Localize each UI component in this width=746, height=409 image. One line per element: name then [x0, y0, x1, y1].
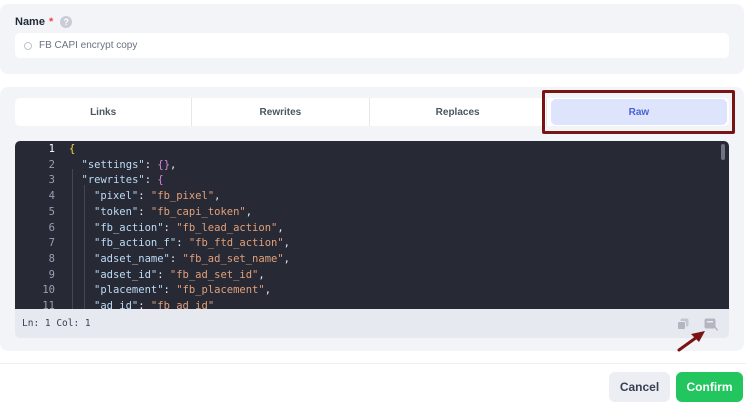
- code-token: ,: [283, 252, 290, 265]
- annotation-arrow: [677, 331, 705, 352]
- line-number: 3: [48, 174, 55, 187]
- editor-scrollbar[interactable]: [721, 144, 725, 160]
- code-token: {: [157, 174, 164, 187]
- code-token: "adset_name": [94, 252, 170, 265]
- line-number: 4: [48, 190, 55, 203]
- line-number: 7: [48, 237, 55, 250]
- cursor-position: Ln: 1 Col: 1: [22, 318, 91, 329]
- code-token: "fb_pixel": [150, 190, 215, 203]
- code-token: "fb_ad_set_name": [182, 252, 284, 265]
- code-token: "settings": [81, 158, 145, 171]
- code-token: "fb_placement": [176, 284, 265, 297]
- code-token: "fb_ftd_action": [188, 237, 284, 250]
- name-input-value: FB CAPI encrypt copy: [39, 40, 138, 51]
- name-label-row: Name * ?: [15, 16, 73, 28]
- code-token: "fb_capi_token": [150, 205, 246, 218]
- tab-rewrites[interactable]: Rewrites: [192, 98, 370, 126]
- line-number: 1: [48, 143, 55, 155]
- code-token: {}: [157, 158, 171, 171]
- code-token: :: [163, 284, 177, 297]
- indent-guide: [72, 169, 73, 309]
- code-token: "fb_action": [94, 221, 164, 234]
- code-line: "ad_id": "fb_ad_id": [94, 300, 214, 309]
- code-token: :: [138, 205, 151, 218]
- code-line: "adset_id": "fb_ad_set_id",: [94, 269, 265, 281]
- input-status-icon: [24, 41, 32, 50]
- annotation-highlight-box: [542, 90, 735, 134]
- code-token: :: [138, 190, 151, 203]
- code-line: "settings": {},: [82, 159, 177, 171]
- code-token: "fb_ad_set_id": [169, 268, 259, 281]
- tab-replaces[interactable]: Replaces: [370, 98, 547, 126]
- code-line: "fb_action_f": "fb_ftd_action",: [94, 237, 290, 249]
- line-number: 8: [48, 252, 55, 265]
- name-input[interactable]: FB CAPI encrypt copy: [15, 33, 729, 58]
- code-line: {: [69, 143, 75, 155]
- footer-divider: [0, 363, 746, 364]
- code-token: :: [169, 252, 183, 265]
- code-line: "placement": "fb_placement",: [94, 284, 271, 296]
- required-mark: *: [48, 16, 54, 28]
- line-number: 11: [42, 300, 55, 309]
- line-number: 9: [48, 268, 55, 281]
- question-circle-icon[interactable]: ?: [60, 16, 73, 28]
- line-number: 6: [48, 221, 55, 234]
- line-number-gutter: 1 2 3 4 5 6 7 8 9 10 11: [15, 141, 55, 309]
- code-token: :: [144, 158, 158, 171]
- line-number: 10: [42, 284, 55, 297]
- code-token: "ad_id": [94, 300, 139, 309]
- code-token: :: [144, 174, 158, 187]
- code-token: ,: [170, 158, 177, 171]
- name-label: Name: [15, 16, 45, 28]
- code-token: :: [163, 221, 177, 234]
- editor-status-bar: Ln: 1 Col: 1: [15, 309, 729, 338]
- code-token: "fb_ad_id": [150, 300, 215, 309]
- code-line: "token": "fb_capi_token",: [94, 206, 252, 218]
- line-number: 2: [48, 158, 55, 171]
- cancel-button[interactable]: Cancel: [609, 372, 670, 402]
- code-token: "fb_action_f": [94, 237, 177, 250]
- code-token: ,: [245, 205, 253, 218]
- line-number: 5: [48, 205, 55, 218]
- code-token: :: [176, 237, 189, 250]
- code-token: ,: [264, 284, 272, 297]
- code-line: "rewrites": {: [82, 174, 164, 186]
- code-line: "adset_name": "fb_ad_set_name",: [94, 253, 290, 265]
- code-token: :: [138, 300, 151, 309]
- code-token: "token": [94, 205, 139, 218]
- code-editor[interactable]: 1 2 3 4 5 6 7 8 9 10 11 { "settings": {}, "rewrites"…: [15, 141, 729, 309]
- code-token: ,: [283, 237, 290, 250]
- tab-links[interactable]: Links: [15, 98, 193, 126]
- code-line: "pixel": "fb_pixel",: [94, 190, 220, 202]
- code-token: ,: [258, 268, 265, 281]
- code-token: "pixel": [94, 190, 139, 203]
- code-token: "placement": [94, 284, 164, 297]
- code-token: {: [69, 143, 76, 155]
- code-token: ,: [214, 190, 221, 203]
- indent-guide: [84, 185, 85, 309]
- code-token: :: [157, 268, 170, 281]
- code-token: "fb_lead_action": [176, 221, 278, 234]
- code-token: "rewrites": [81, 174, 145, 187]
- code-token: "adset_id": [94, 268, 158, 281]
- confirm-button[interactable]: Confirm: [676, 372, 743, 402]
- code-token: ,: [277, 221, 284, 234]
- code-line: "fb_action": "fb_lead_action",: [94, 222, 284, 234]
